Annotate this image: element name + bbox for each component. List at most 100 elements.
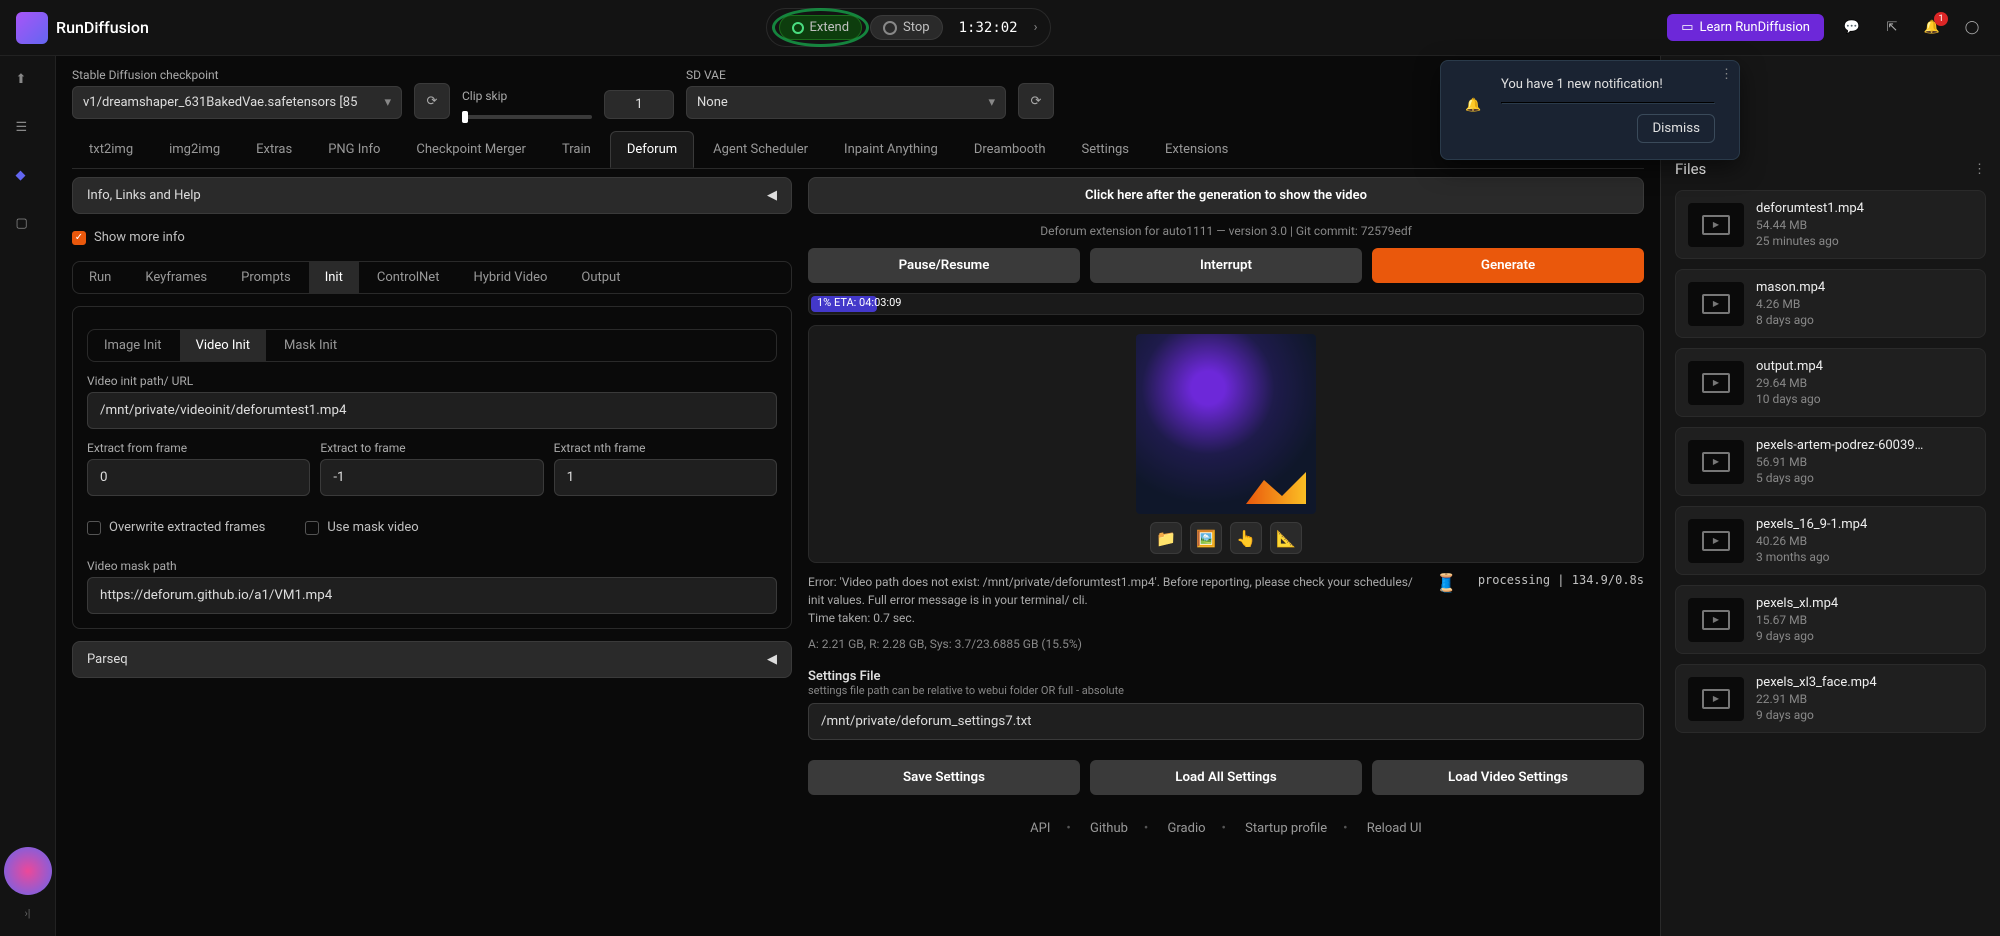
- file-item[interactable]: pexels_xl.mp4 15.67 MB 9 days ago: [1675, 585, 1986, 654]
- notif-kebab-icon[interactable]: ⋮: [1720, 67, 1733, 82]
- tab-dreambooth[interactable]: Dreambooth: [957, 131, 1063, 168]
- tab-img2img[interactable]: img2img: [152, 131, 237, 168]
- window-icon[interactable]: ▢: [16, 216, 40, 240]
- file-item[interactable]: pexels-artem-podrez-60039… 56.91 MB 5 da…: [1675, 427, 1986, 496]
- file-name: pexels-artem-podrez-60039…: [1756, 438, 1923, 453]
- tab-deforum[interactable]: Deforum: [610, 131, 694, 168]
- upload-icon[interactable]: ⬆: [16, 72, 40, 96]
- use-mask-checkbox[interactable]: [305, 521, 319, 535]
- inittab-image-init[interactable]: Image Init: [88, 330, 178, 361]
- use-mask-row[interactable]: Use mask video: [305, 516, 418, 539]
- external-link-icon[interactable]: ⇱: [1880, 16, 1904, 40]
- topbar: RunDiffusion Extend Stop 1:32:02 › ▭ Lea…: [0, 0, 2000, 56]
- info-panel-toggle[interactable]: Info, Links and Help ◀: [72, 177, 792, 214]
- learn-button[interactable]: ▭ Learn RunDiffusion: [1667, 14, 1824, 41]
- stop-button[interactable]: Stop: [870, 15, 943, 40]
- logo-icon: [16, 12, 48, 44]
- overwrite-checkbox[interactable]: [87, 521, 101, 535]
- extension-info: Deforum extension for auto1111 — version…: [808, 224, 1644, 238]
- logo[interactable]: RunDiffusion: [16, 12, 149, 44]
- tab-txt2img[interactable]: txt2img: [72, 131, 150, 168]
- chat-icon[interactable]: 💬: [1840, 16, 1864, 40]
- inittab-mask-init[interactable]: Mask Init: [268, 330, 353, 361]
- extend-label: Extend: [810, 20, 850, 35]
- tab-png-info[interactable]: PNG Info: [311, 131, 397, 168]
- tab-settings[interactable]: Settings: [1065, 131, 1146, 168]
- extend-button[interactable]: Extend: [779, 15, 863, 40]
- file-size: 4.26 MB: [1756, 297, 1825, 311]
- file-item[interactable]: pexels_xl3_face.mp4 22.91 MB 9 days ago: [1675, 664, 1986, 733]
- tab-extensions[interactable]: Extensions: [1148, 131, 1245, 168]
- show-more-checkbox[interactable]: [72, 231, 86, 245]
- tab-extras[interactable]: Extras: [239, 131, 309, 168]
- image-button[interactable]: 🖼️: [1190, 522, 1222, 554]
- extract-nth-input[interactable]: [554, 459, 777, 496]
- tab-train[interactable]: Train: [545, 131, 608, 168]
- clip-slider[interactable]: [462, 115, 592, 119]
- bell-icon[interactable]: 🔔1: [1920, 16, 1944, 40]
- file-name: pexels_xl3_face.mp4: [1756, 675, 1877, 690]
- startup-link[interactable]: Startup profile: [1237, 821, 1335, 836]
- vae-select[interactable]: None: [686, 86, 1006, 119]
- subtab-controlnet[interactable]: ControlNet: [361, 262, 456, 293]
- subtab-hybrid-video[interactable]: Hybrid Video: [457, 262, 563, 293]
- load-video-button[interactable]: Load Video Settings: [1372, 760, 1644, 795]
- server-icon[interactable]: ☰: [16, 120, 40, 144]
- overwrite-row[interactable]: Overwrite extracted frames: [87, 516, 265, 539]
- chevron-right-icon[interactable]: ›: [1034, 20, 1038, 35]
- settings-file-input[interactable]: [808, 703, 1644, 740]
- file-item[interactable]: deforumtest1.mp4 54.44 MB 25 minutes ago: [1675, 190, 1986, 259]
- tab-checkpoint-merger[interactable]: Checkpoint Merger: [399, 131, 543, 168]
- use-mask-label: Use mask video: [327, 520, 418, 535]
- extract-to-input[interactable]: [320, 459, 543, 496]
- file-item[interactable]: output.mp4 29.64 MB 10 days ago: [1675, 348, 1986, 417]
- gradio-link[interactable]: Gradio: [1160, 821, 1214, 836]
- subtab-keyframes[interactable]: Keyframes: [129, 262, 223, 293]
- subtab-output[interactable]: Output: [565, 262, 636, 293]
- folder-button[interactable]: 📁: [1150, 522, 1182, 554]
- file-item[interactable]: pexels_16_9-1.mp4 40.26 MB 3 months ago: [1675, 506, 1986, 575]
- dismiss-button[interactable]: Dismiss: [1637, 114, 1715, 143]
- user-icon[interactable]: ◯: [1960, 16, 1984, 40]
- refresh-vae-button[interactable]: ⟳: [1018, 83, 1054, 119]
- video-init-input[interactable]: [87, 392, 777, 429]
- emoji-button[interactable]: 👆: [1230, 522, 1262, 554]
- checkpoint-select[interactable]: v1/dreamshaper_631BakedVae.safetensors […: [72, 86, 402, 119]
- time-taken: Time taken: 0.7 sec.: [808, 609, 1415, 627]
- tab-inpaint-anything[interactable]: Inpaint Anything: [827, 131, 955, 168]
- load-all-button[interactable]: Load All Settings: [1090, 760, 1362, 795]
- extract-from-input[interactable]: [87, 459, 310, 496]
- mask-path-input[interactable]: [87, 577, 777, 614]
- subtab-prompts[interactable]: Prompts: [225, 262, 307, 293]
- interrupt-button[interactable]: Interrupt: [1090, 248, 1362, 283]
- subtab-run[interactable]: Run: [73, 262, 127, 293]
- progress-text: 1% ETA: 04:03:09: [817, 296, 901, 309]
- parseq-toggle[interactable]: Parseq ◀: [72, 641, 792, 678]
- refresh-checkpoint-button[interactable]: ⟳: [414, 83, 450, 119]
- processing-text: processing | 134.9/0.8s: [1478, 573, 1644, 587]
- api-link[interactable]: API: [1022, 821, 1058, 836]
- notif-bell-icon: 🔔: [1465, 98, 1489, 122]
- inittab-video-init[interactable]: Video Init: [180, 330, 266, 361]
- subtab-init[interactable]: Init: [309, 262, 359, 293]
- ruler-button[interactable]: 📐: [1270, 522, 1302, 554]
- show-more-label: Show more info: [94, 230, 185, 245]
- error-text: Error: 'Video path does not exist: /mnt/…: [808, 573, 1415, 609]
- files-kebab-icon[interactable]: ⋮: [1973, 162, 1986, 177]
- file-item[interactable]: mason.mp4 4.26 MB 8 days ago: [1675, 269, 1986, 338]
- main-tabs: txt2imgimg2imgExtrasPNG InfoCheckpoint M…: [72, 131, 1644, 169]
- save-settings-button[interactable]: Save Settings: [808, 760, 1080, 795]
- reload-link[interactable]: Reload UI: [1359, 821, 1430, 836]
- expand-icon[interactable]: ›|: [25, 907, 31, 920]
- clip-value-input[interactable]: [604, 90, 674, 119]
- github-link[interactable]: Github: [1082, 821, 1136, 836]
- tab-agent-scheduler[interactable]: Agent Scheduler: [696, 131, 825, 168]
- vae-label: SD VAE: [686, 68, 1006, 82]
- show-video-banner[interactable]: Click here after the generation to show …: [808, 177, 1644, 214]
- collapse-left-icon: ◀: [767, 188, 777, 203]
- fab-button[interactable]: [4, 847, 52, 895]
- cube-icon[interactable]: ◆: [16, 168, 40, 192]
- pause-button[interactable]: Pause/Resume: [808, 248, 1080, 283]
- generate-button[interactable]: Generate: [1372, 248, 1644, 283]
- show-more-row[interactable]: Show more info: [72, 226, 792, 249]
